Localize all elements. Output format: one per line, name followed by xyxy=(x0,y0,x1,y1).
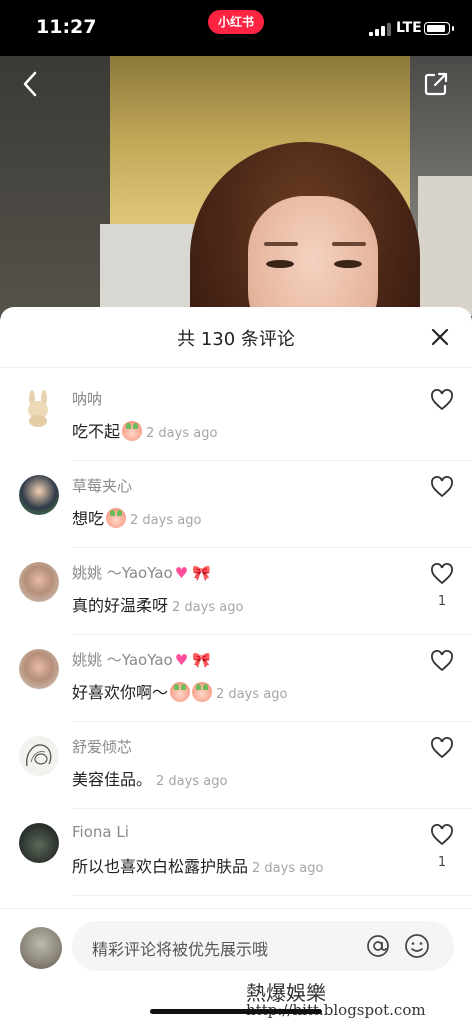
username[interactable]: Fiona Li xyxy=(72,823,129,841)
input-placeholder: 精彩评论将被优先展示哦 xyxy=(92,940,269,959)
comment-text-line: 想吃 2 days ago xyxy=(72,505,201,529)
avatar[interactable] xyxy=(19,736,59,776)
comment-time: 2 days ago xyxy=(216,687,288,702)
comment-time: 2 days ago xyxy=(146,426,218,441)
video-frame[interactable] xyxy=(0,56,472,316)
like-count: 1 xyxy=(437,855,447,870)
comment-item[interactable]: 姚姚 ～YaoYao ♥ 🎀 真的好温柔呀 2 days ago 1 xyxy=(0,548,472,635)
avatar[interactable] xyxy=(19,388,59,428)
pink-heart-emoji: ♥ xyxy=(174,651,189,669)
close-icon[interactable] xyxy=(428,325,452,349)
like-count: 1 xyxy=(437,594,447,609)
comment-text: 想吃 xyxy=(72,509,105,528)
username[interactable]: 草莓夹心 xyxy=(72,475,132,496)
bow-emoji: 🎀 xyxy=(192,651,211,669)
network-label: LTE xyxy=(396,20,422,36)
person-face xyxy=(248,196,378,316)
like-heart-icon[interactable] xyxy=(430,389,454,411)
comment-text-line: 真的好温柔呀 2 days ago xyxy=(72,592,243,616)
username: 姚姚 ～YaoYao xyxy=(72,651,173,669)
crying-peach-emoji xyxy=(122,421,143,441)
pink-heart-emoji: ♥ xyxy=(174,564,189,582)
comment-text: 真的好温柔呀 xyxy=(72,596,169,615)
bow-emoji: 🎀 xyxy=(192,564,211,582)
back-icon[interactable] xyxy=(18,70,42,98)
comment-text: 美容佳品。 xyxy=(72,770,153,789)
username: 姚姚 ～YaoYao xyxy=(72,564,173,582)
comment-input[interactable]: 精彩评论将被优先展示哦 xyxy=(72,921,454,971)
comment-item[interactable]: 呐呐 吃不起 2 days ago xyxy=(0,374,472,461)
share-icon[interactable] xyxy=(422,70,450,98)
peach-face-emoji xyxy=(170,682,191,702)
comment-item[interactable]: 草莓夹心 想吃 2 days ago xyxy=(0,461,472,548)
mention-at-icon[interactable] xyxy=(366,934,390,958)
username[interactable]: 舒爱倾芯 xyxy=(72,736,132,757)
peach-face-emoji xyxy=(192,682,213,702)
comment-text: 所以也喜欢白松露护肤品 xyxy=(72,857,249,876)
like-heart-icon[interactable] xyxy=(430,476,454,498)
like-heart-icon[interactable] xyxy=(430,824,454,846)
comment-item[interactable]: 舒爱倾芯 美容佳品。 2 days ago xyxy=(0,722,472,809)
like-heart-icon[interactable] xyxy=(430,563,454,585)
like-heart-icon[interactable] xyxy=(430,650,454,672)
comment-item[interactable]: Fiona Li 所以也喜欢白松露护肤品 2 days ago 1 xyxy=(0,809,472,896)
peach-face-emoji xyxy=(106,508,127,528)
comment-count-title: 共 130 条评论 xyxy=(177,329,295,350)
comment-input-bar: 精彩评论将被优先展示哦 熱爆娛樂 http://hitt.blogspot.co… xyxy=(0,908,472,1025)
username-line[interactable]: 姚姚 ～YaoYao ♥ 🎀 xyxy=(72,562,211,583)
username[interactable]: 呐呐 xyxy=(72,388,102,409)
battery-icon xyxy=(424,22,454,35)
like-heart-icon[interactable] xyxy=(430,737,454,759)
comment-time: 2 days ago xyxy=(156,774,228,789)
comment-time: 2 days ago xyxy=(252,861,324,876)
avatar[interactable] xyxy=(19,475,59,515)
signal-icon xyxy=(369,22,393,36)
comment-item[interactable]: 姚姚 ～YaoYao ♥ 🎀 好喜欢你啊～ 2 days ago xyxy=(0,635,472,722)
avatar[interactable] xyxy=(19,649,59,689)
comment-text: 好喜欢你啊～ xyxy=(72,683,169,702)
sheet-header: 共 130 条评论 xyxy=(0,307,472,368)
my-avatar[interactable] xyxy=(20,927,62,969)
avatar[interactable] xyxy=(19,562,59,602)
username-line[interactable]: 姚姚 ～YaoYao ♥ 🎀 xyxy=(72,649,211,670)
comment-text: 吃不起 xyxy=(72,422,121,441)
avatar[interactable] xyxy=(19,823,59,863)
comment-text-line: 美容佳品。 2 days ago xyxy=(72,766,227,790)
comment-text-line: 吃不起 2 days ago xyxy=(72,418,217,442)
app-badge: 小红书 xyxy=(208,10,264,34)
comment-time: 2 days ago xyxy=(130,513,202,528)
comment-text-line: 好喜欢你啊～ 2 days ago xyxy=(72,679,287,703)
status-bar: 11:27 小红书 LTE xyxy=(0,0,472,56)
comment-text-line: 所以也喜欢白松露护肤品 2 days ago xyxy=(72,853,323,877)
emoji-smile-icon[interactable] xyxy=(404,933,430,959)
status-time: 11:27 xyxy=(36,16,97,38)
home-indicator[interactable] xyxy=(150,1009,322,1014)
comment-time: 2 days ago xyxy=(172,600,244,615)
